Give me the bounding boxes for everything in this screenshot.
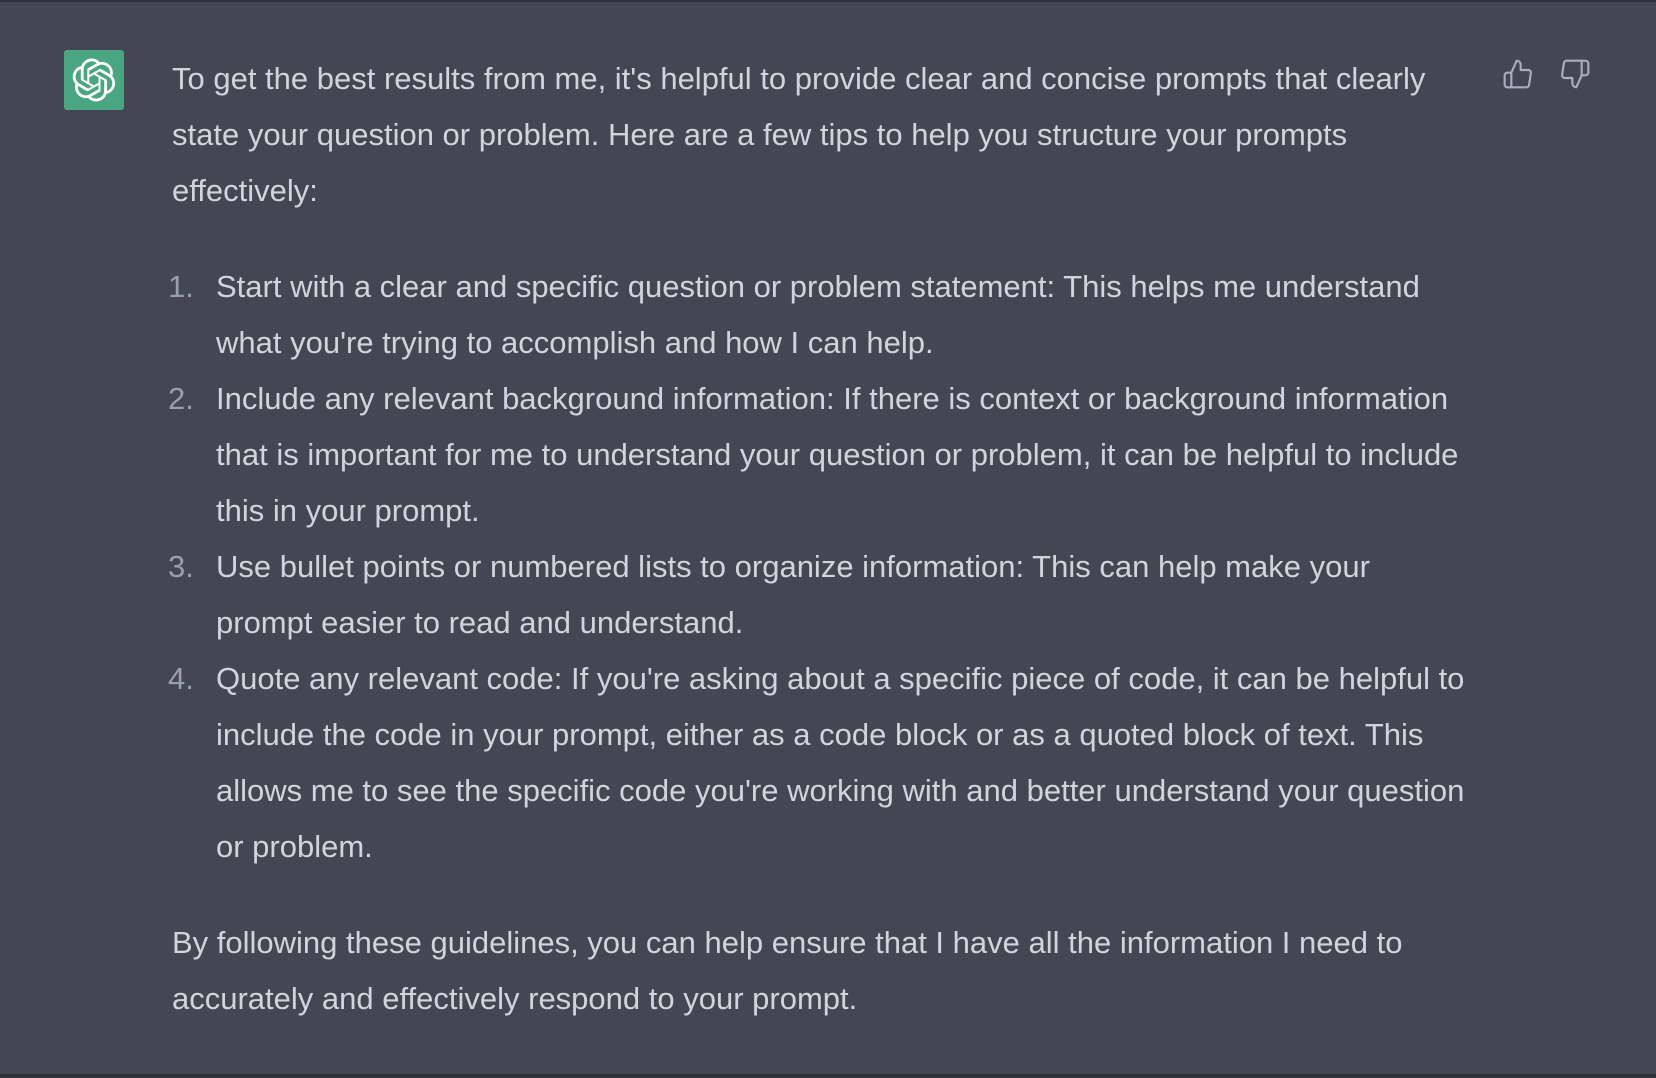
openai-logo-icon bbox=[72, 58, 116, 102]
list-item: 4. Quote any relevant code: If you're as… bbox=[168, 651, 1472, 875]
list-item: 2. Include any relevant background infor… bbox=[168, 371, 1472, 539]
list-item-text: Use bullet points or numbered lists to o… bbox=[216, 549, 1370, 640]
message-intro: To get the best results from me, it's he… bbox=[172, 61, 1426, 208]
tips-list: 1. Start with a clear and specific quest… bbox=[168, 259, 1472, 875]
bottom-divider bbox=[0, 1074, 1656, 1078]
top-divider bbox=[0, 0, 1656, 2]
thumbs-up-icon bbox=[1503, 59, 1532, 89]
list-item-number: 4. bbox=[168, 661, 194, 696]
assistant-message: To get the best results from me, it's he… bbox=[168, 51, 1472, 1027]
list-item-text: Quote any relevant code: If you're askin… bbox=[216, 661, 1465, 864]
thumbs-up-button[interactable] bbox=[1500, 56, 1536, 92]
list-item: 3. Use bullet points or numbered lists t… bbox=[168, 539, 1472, 651]
thumbs-down-button[interactable] bbox=[1557, 56, 1593, 92]
thumbs-down-icon bbox=[1561, 59, 1590, 89]
list-item-number: 2. bbox=[168, 381, 194, 416]
list-item: 1. Start with a clear and specific quest… bbox=[168, 259, 1472, 371]
list-item-number: 1. bbox=[168, 269, 194, 304]
list-item-text: Start with a clear and specific question… bbox=[216, 269, 1420, 360]
assistant-avatar bbox=[64, 50, 124, 110]
list-item-text: Include any relevant background informat… bbox=[216, 381, 1459, 528]
list-item-number: 3. bbox=[168, 549, 194, 584]
message-conclusion: By following these guidelines, you can h… bbox=[172, 925, 1403, 1016]
